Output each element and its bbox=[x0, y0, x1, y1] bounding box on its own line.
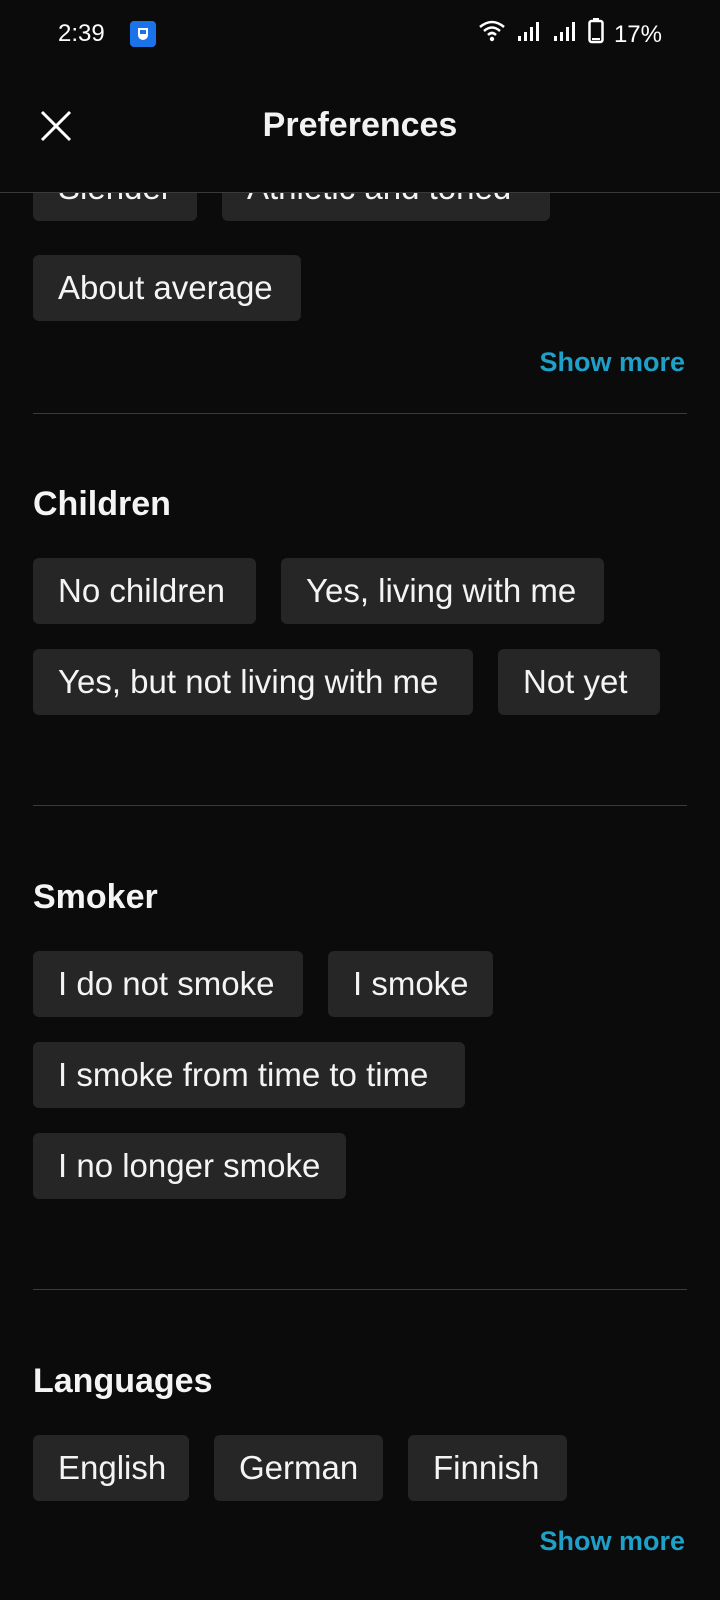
status-time: 2:39 bbox=[58, 20, 105, 47]
signal-icon bbox=[516, 19, 542, 50]
body-type-show-more-link[interactable]: Show more bbox=[539, 347, 685, 378]
languages-section-title: Languages bbox=[33, 1362, 213, 1400]
chip-i-no-longer-smoke[interactable]: I no longer smoke bbox=[33, 1133, 346, 1199]
section-divider bbox=[33, 413, 687, 414]
chip-about-average[interactable]: About average bbox=[33, 255, 301, 321]
chip-finnish[interactable]: Finnish bbox=[408, 1435, 567, 1501]
chip-yes-living-with-me[interactable]: Yes, living with me bbox=[281, 558, 604, 624]
chip-slender[interactable]: Slender bbox=[33, 193, 197, 221]
chip-i-do-not-smoke[interactable]: I do not smoke bbox=[33, 951, 303, 1017]
status-bar: 2:39 17% bbox=[0, 0, 720, 68]
battery-icon bbox=[588, 18, 604, 51]
chip-no-children[interactable]: No children bbox=[33, 558, 256, 624]
top-app-bar: Preferences bbox=[0, 68, 720, 193]
page-title: Preferences bbox=[262, 106, 458, 144]
preferences-content[interactable]: Slender Athletic and toned About average… bbox=[0, 193, 720, 1600]
smoker-section-title: Smoker bbox=[33, 878, 158, 916]
chip-german[interactable]: German bbox=[214, 1435, 383, 1501]
chip-english[interactable]: English bbox=[33, 1435, 189, 1501]
section-divider bbox=[33, 1289, 687, 1290]
chip-i-smoke-from-time-to-time[interactable]: I smoke from time to time bbox=[33, 1042, 465, 1108]
battery-percent: 17% bbox=[613, 20, 662, 48]
chip-athletic-and-toned[interactable]: Athletic and toned bbox=[222, 193, 550, 221]
signal-icon bbox=[552, 19, 578, 50]
languages-show-more-link[interactable]: Show more bbox=[539, 1526, 685, 1557]
app-notification-icon bbox=[130, 21, 156, 47]
children-section-title: Children bbox=[33, 485, 171, 523]
wifi-icon bbox=[478, 19, 506, 50]
chip-not-yet[interactable]: Not yet bbox=[498, 649, 660, 715]
chip-yes-not-living-with-me[interactable]: Yes, but not living with me bbox=[33, 649, 473, 715]
status-icons: 17% bbox=[478, 18, 662, 51]
chip-i-smoke[interactable]: I smoke bbox=[328, 951, 493, 1017]
section-divider bbox=[33, 805, 687, 806]
